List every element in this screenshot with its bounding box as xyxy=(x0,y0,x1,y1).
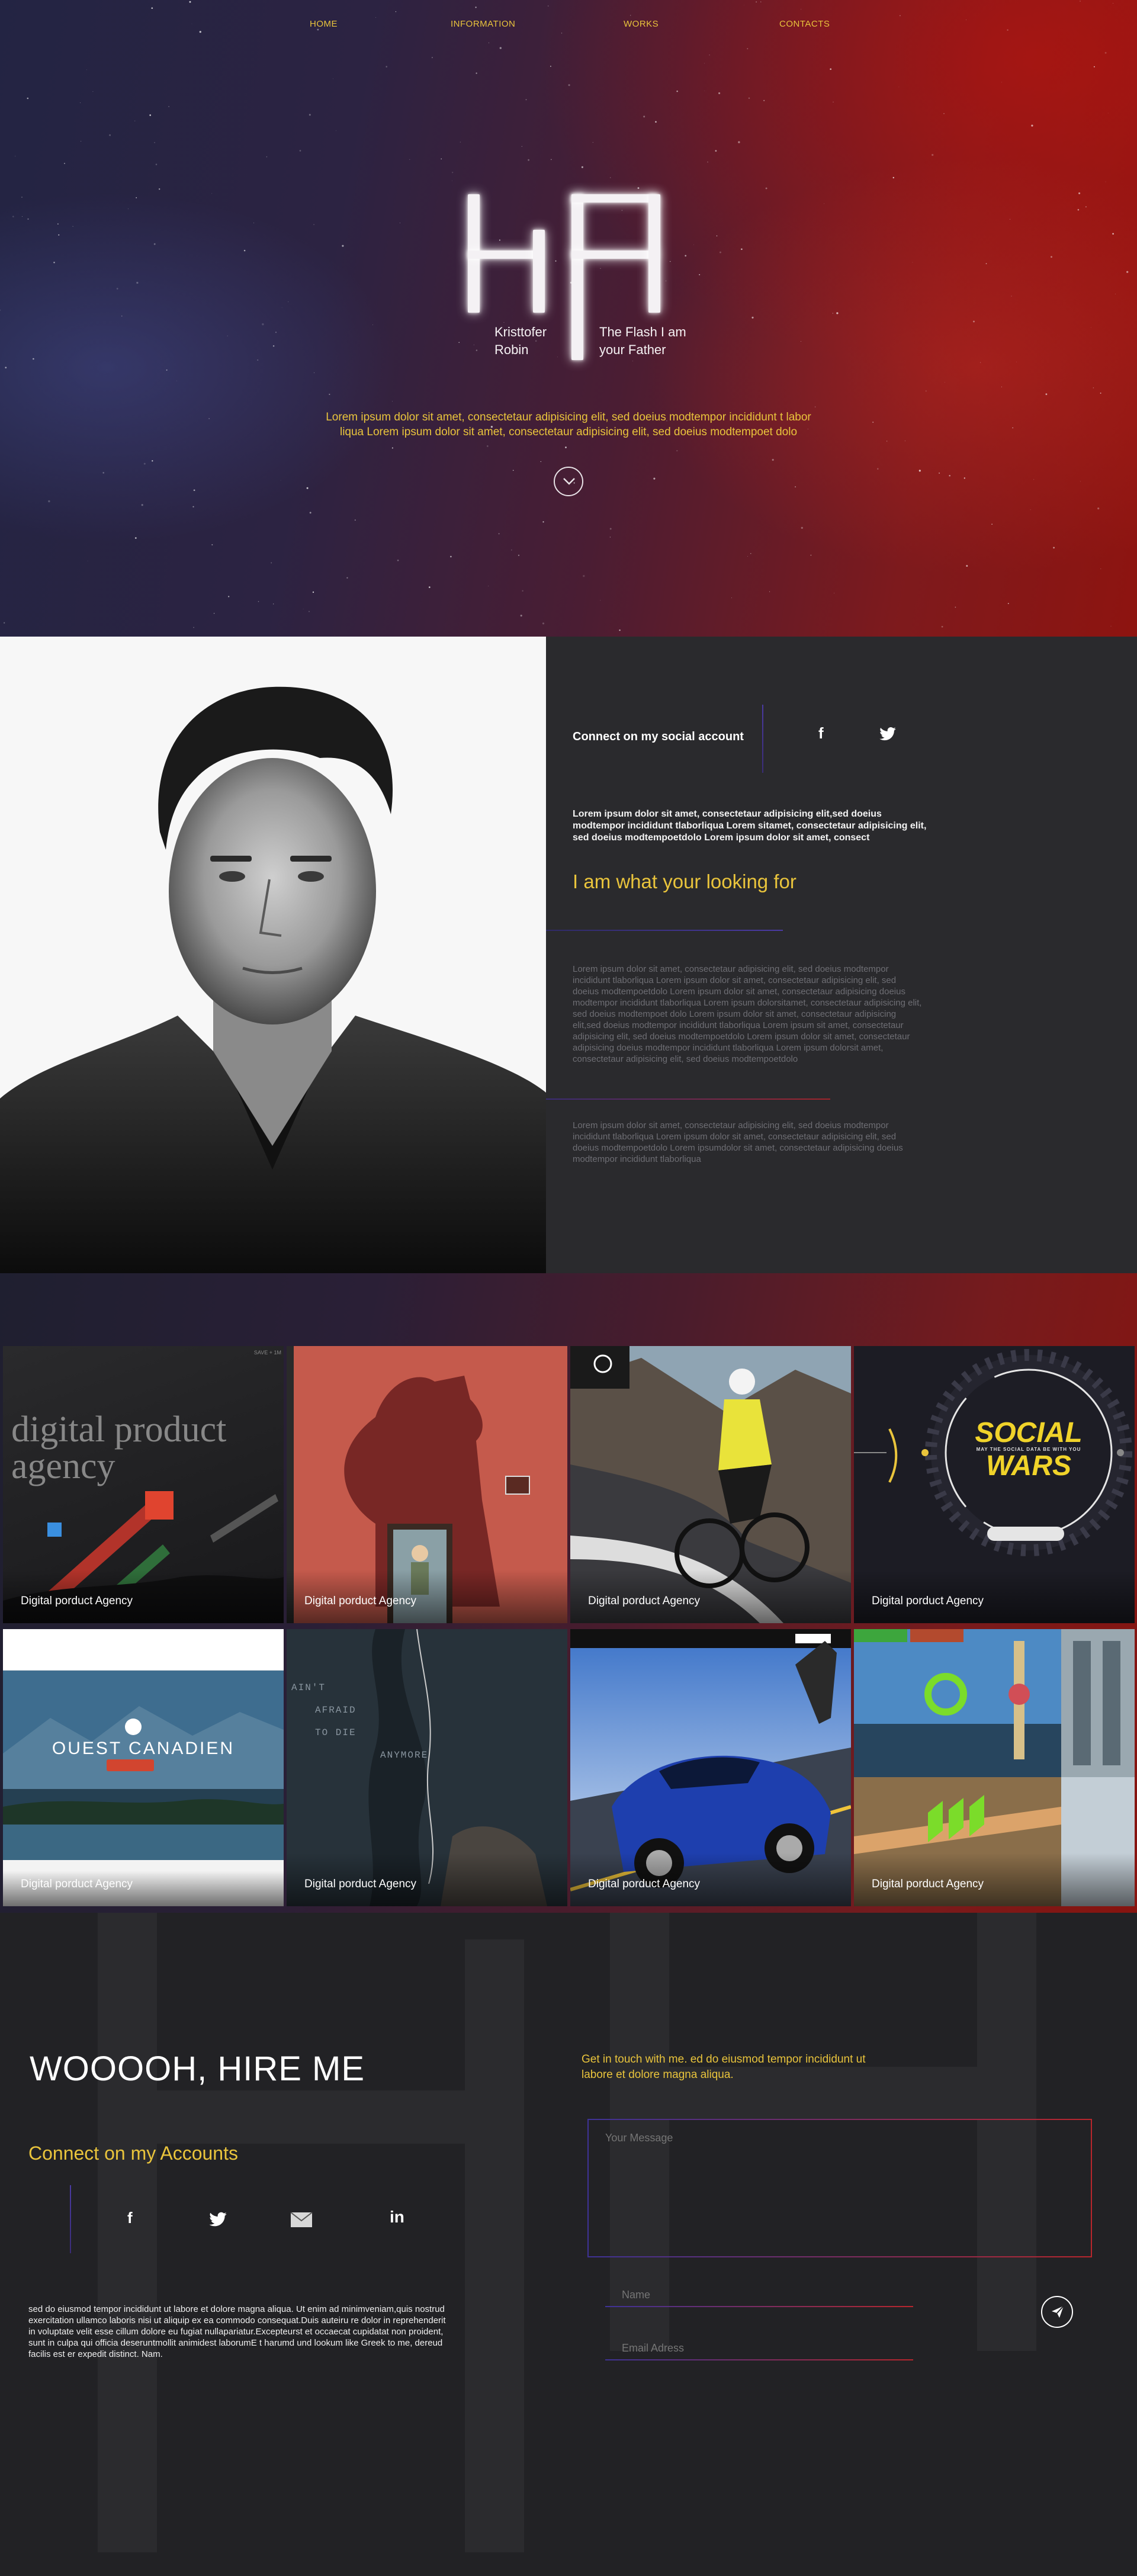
bg-letter-stroke xyxy=(98,2090,524,2144)
divider-vertical xyxy=(70,2185,71,2253)
tile-overlay-text: digital product agency xyxy=(11,1409,227,1486)
ha-logo: Kristtofer Robin The Flash I am your Fat… xyxy=(456,188,686,366)
portrait-photo xyxy=(0,637,546,1273)
portfolio-tile[interactable]: AIN'T AFRAID TO DIE ANYMORE Digital pord… xyxy=(287,1629,567,1906)
twitter-icon[interactable] xyxy=(879,727,897,742)
get-in-touch-text: Get in touch with me. ed do eiusmod temp… xyxy=(582,2053,866,2081)
nav-works[interactable]: WORKS xyxy=(624,19,659,29)
tile-overlay-bottom: WARS xyxy=(986,1450,1071,1482)
scroll-down-button[interactable] xyxy=(554,467,583,496)
works-section: SAVE + 1M digital product agency Digital… xyxy=(0,1273,1137,1913)
hero-text-line-1: Lorem ipsum dolor sit amet, consectetaur… xyxy=(326,411,811,423)
hire-me-title: WOOOOH, HIRE ME xyxy=(30,2050,365,2088)
nav-home[interactable]: HOME xyxy=(310,19,338,29)
logo-right-label: The Flash I am your Father xyxy=(599,325,686,357)
portfolio-tile[interactable]: Digital porduct Agency xyxy=(287,1346,567,1623)
nav-contacts[interactable]: CONTACTS xyxy=(779,19,830,29)
contact-paragraph: sed do eiusmod tempor incididunt ut labo… xyxy=(28,2304,446,2359)
tile-overlay-line: AFRAID xyxy=(315,1705,356,1716)
about-section: Connect on my social account f Lorem ips… xyxy=(0,637,1137,1273)
connect-accounts-title: Connect on my Accounts xyxy=(28,2143,238,2164)
linkedin-icon[interactable]: in xyxy=(390,2208,404,2227)
about-bold-paragraph: Lorem ipsum dolor sit amet, consectetaur… xyxy=(573,809,927,843)
name-field[interactable] xyxy=(605,2283,913,2307)
logo-left-label: Kristtofer Robin xyxy=(494,325,547,357)
social-connect-label: Connect on my social account xyxy=(573,730,744,743)
bg-letter-stroke xyxy=(465,1939,524,2552)
tile-caption: Digital porduct Agency xyxy=(21,1595,133,1607)
portfolio-tile[interactable]: Digital porduct Agency xyxy=(854,1629,1135,1906)
send-icon xyxy=(1052,2305,1064,2318)
tile-caption: Digital porduct Agency xyxy=(588,1878,701,1890)
divider-red xyxy=(546,1099,830,1100)
tile-overlay-line: ANYMORE xyxy=(380,1750,429,1761)
about-tagline: I am what your looking for xyxy=(573,871,796,892)
about-paragraph-2: Lorem ipsum dolor sit amet, consectetaur… xyxy=(573,1120,903,1164)
tile-overlay-line: AIN'T xyxy=(291,1682,326,1693)
nav-information[interactable]: INFORMATION xyxy=(451,19,515,29)
facebook-icon[interactable]: f xyxy=(127,2209,133,2227)
tile-caption: Digital porduct Agency xyxy=(872,1878,984,1890)
portfolio-tile[interactable]: Digital porduct Agency xyxy=(570,1346,851,1623)
portfolio-tile[interactable]: Digital porduct Agency xyxy=(570,1629,851,1906)
portfolio-tile[interactable]: SOCIAL MAY THE SOCIAL DATA BE WITH YOU W… xyxy=(854,1346,1135,1623)
twitter-icon[interactable] xyxy=(208,2212,227,2228)
main-nav: HOME INFORMATION WORKS CONTACTS xyxy=(0,19,1137,37)
chevron-down-icon xyxy=(563,478,575,485)
email-field[interactable] xyxy=(605,2337,913,2360)
tile-overlay-text: OUEST CANADIEN xyxy=(52,1739,235,1758)
portfolio-tile[interactable]: OUEST CANADIEN Digital porduct Agency xyxy=(3,1629,284,1906)
tile-caption: Digital porduct Agency xyxy=(588,1595,701,1607)
tile-caption: Digital porduct Agency xyxy=(21,1878,133,1890)
hero-intro-text: Lorem ipsum dolor sit amet, consectetaur… xyxy=(249,410,888,439)
about-paragraph-1: Lorem ipsum dolor sit amet, consectetaur… xyxy=(573,964,922,1064)
divider-blue xyxy=(546,930,783,931)
portfolio-tile[interactable]: SAVE + 1M digital product agency Digital… xyxy=(3,1346,284,1623)
mail-icon[interactable] xyxy=(290,2212,313,2228)
divider-vertical xyxy=(762,705,763,773)
tile-caption: Digital porduct Agency xyxy=(304,1878,417,1890)
about-info-panel: Connect on my social account f Lorem ips… xyxy=(546,637,1137,1273)
hero-section: HOME INFORMATION WORKS CONTACTS Kristtof… xyxy=(0,0,1137,637)
contact-section: WOOOOH, HIRE ME Connect on my Accounts f… xyxy=(0,1913,1137,2576)
hero-text-line-2: liqua Lorem ipsum dolor sit amet, consec… xyxy=(339,426,798,438)
bg-letter-stroke xyxy=(98,1913,157,2552)
message-field[interactable] xyxy=(587,2119,1092,2257)
facebook-icon[interactable]: f xyxy=(818,724,824,743)
tile-overlay-top: SOCIAL xyxy=(975,1417,1083,1448)
tile-overlay-line: TO DIE xyxy=(315,1727,356,1738)
tile-caption: Digital porduct Agency xyxy=(304,1595,417,1607)
send-button[interactable] xyxy=(1041,2296,1073,2328)
tile-caption: Digital porduct Agency xyxy=(872,1595,984,1607)
